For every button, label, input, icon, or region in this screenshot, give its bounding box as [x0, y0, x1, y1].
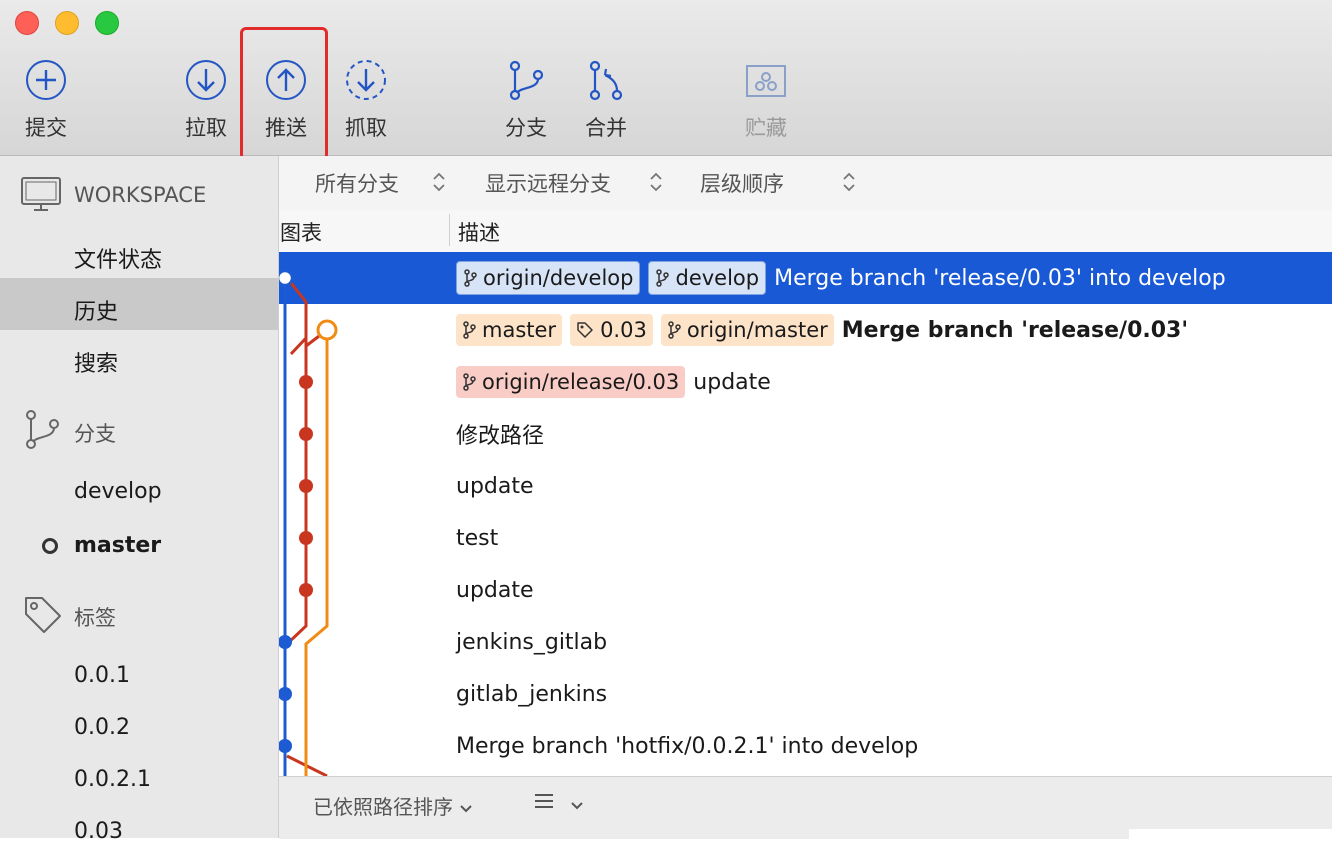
stash-label: 贮藏: [745, 116, 787, 140]
sidebar-branch-develop[interactable]: develop: [74, 479, 162, 504]
graph-column-header[interactable]: 图表: [280, 217, 322, 247]
sort-label: 已依照路径排序: [313, 795, 453, 819]
sidebar-item-file-status[interactable]: 文件状态: [74, 242, 162, 274]
current-branch-icon: [42, 538, 58, 554]
ref-label: master: [482, 318, 557, 342]
remote-branch-select[interactable]: 显示远程分支: [485, 168, 611, 198]
commit-message: update: [693, 369, 771, 395]
commit-row[interactable]: origin/develop develop Merge branch 'rel…: [279, 252, 1332, 304]
sidebar-item-search[interactable]: 搜索: [74, 346, 118, 378]
column-divider[interactable]: [449, 214, 450, 246]
push-highlight-box: [240, 27, 328, 161]
commit-row[interactable]: 修改路径: [279, 408, 1332, 460]
commit-label: 提交: [25, 116, 67, 140]
commit-row[interactable]: Merge branch 'hotfix/0.0.2.1' into devel…: [279, 720, 1332, 772]
sidebar: WORKSPACE 文件状态 历史 搜索 分支 develop master 标…: [0, 156, 279, 844]
tags-header: 标签: [74, 606, 116, 630]
arrow-down-circle-icon: [186, 60, 226, 100]
sort-menu[interactable]: 已依照路径排序: [313, 791, 473, 820]
chevron-up-down-icon: [650, 172, 662, 192]
sidebar-tag[interactable]: 0.03: [74, 819, 123, 844]
plus-circle-icon: [26, 60, 66, 100]
sidebar-item-history[interactable]: 历史: [74, 294, 118, 326]
branch-icon: [463, 321, 476, 339]
close-window-button[interactable]: [15, 11, 39, 35]
stash-icon: [746, 65, 786, 97]
branch-icon: [656, 269, 670, 287]
sidebar-tag[interactable]: 0.0.1: [74, 663, 130, 688]
chevron-down-icon: [571, 802, 583, 810]
filter-bar: 所有分支 显示远程分支 层级顺序: [279, 156, 1332, 211]
pull-label: 拉取: [185, 116, 227, 140]
ref-label: origin/develop: [483, 266, 634, 290]
fetch-icon: [346, 60, 386, 100]
monitor-icon: [21, 177, 61, 211]
commit-message: 修改路径: [456, 424, 545, 449]
chevron-down-icon: [460, 805, 473, 813]
commit-row[interactable]: test: [279, 512, 1332, 564]
branch-filter-select[interactable]: 所有分支: [315, 168, 399, 198]
workspace-header: WORKSPACE: [74, 183, 207, 207]
sidebar-tag[interactable]: 0.0.2.1: [74, 767, 151, 792]
commit-message: jenkins_gitlab: [456, 629, 608, 655]
commit-row[interactable]: jenkins_gitlab: [279, 616, 1332, 668]
ref-badge[interactable]: origin/develop: [456, 261, 641, 295]
ref-badge[interactable]: develop: [648, 261, 767, 295]
branch-icon: [668, 321, 681, 339]
toolbar: 提交 拉取 推送 抓取 分支 合并 贮藏: [0, 0, 1332, 161]
bottom-bar: 已依照路径排序: [279, 776, 1332, 839]
tag-icon: [25, 597, 61, 633]
commit-message: update: [456, 577, 534, 603]
commit-row[interactable]: origin/release/0.03 update: [279, 356, 1332, 408]
ref-label: 0.03: [600, 318, 647, 342]
ref-label: origin/release/0.03: [482, 370, 680, 394]
list-icon: [535, 794, 553, 808]
sidebar-branch-master[interactable]: master: [74, 533, 161, 558]
ref-badge[interactable]: master: [456, 314, 563, 346]
branch-icon: [463, 373, 476, 391]
commit-row[interactable]: update: [279, 564, 1332, 616]
fetch-button[interactable]: 抓取: [326, 58, 406, 150]
commit-message: test: [456, 525, 499, 551]
pull-button[interactable]: 拉取: [166, 58, 246, 150]
ref-label: origin/master: [686, 318, 828, 342]
ref-label: develop: [675, 266, 760, 290]
sidebar-selection: [0, 278, 278, 330]
chevron-up-down-icon: [433, 172, 445, 192]
ref-badge[interactable]: origin/release/0.03: [456, 366, 686, 398]
stash-button[interactable]: 贮藏: [726, 58, 806, 150]
zoom-window-button[interactable]: [95, 11, 119, 35]
branch-icon: [509, 60, 544, 101]
fetch-label: 抓取: [345, 116, 387, 140]
commit-button[interactable]: 提交: [6, 58, 86, 150]
ref-badge[interactable]: origin/master: [660, 314, 834, 346]
merge-button[interactable]: 合并: [566, 58, 646, 150]
branch-label: 分支: [505, 116, 547, 140]
tag-badge[interactable]: 0.03: [570, 314, 653, 346]
commit-row[interactable]: gitlab_jenkins: [279, 668, 1332, 720]
branches-header: 分支: [74, 422, 116, 446]
tag-icon: [577, 322, 593, 338]
merge-label: 合并: [585, 116, 627, 140]
merge-icon: [589, 60, 623, 101]
commit-message: Merge branch 'hotfix/0.0.2.1' into devel…: [456, 733, 919, 759]
commit-list: origin/develop develop Merge branch 'rel…: [279, 252, 1332, 776]
sidebar-tag[interactable]: 0.0.2: [74, 715, 130, 740]
description-column-header[interactable]: 描述: [458, 217, 500, 247]
view-options-button[interactable]: [533, 791, 584, 815]
chevron-up-down-icon: [843, 172, 855, 192]
commit-message: update: [456, 473, 534, 499]
commit-message: Merge branch 'release/0.03' into develop: [774, 265, 1226, 291]
commit-message: Merge branch 'release/0.03': [841, 317, 1189, 343]
commit-message: gitlab_jenkins: [456, 681, 608, 707]
branch-icon: [26, 410, 59, 449]
commit-row[interactable]: update: [279, 460, 1332, 512]
branch-icon: [464, 269, 477, 287]
minimize-window-button[interactable]: [55, 11, 79, 35]
order-select[interactable]: 层级顺序: [700, 168, 784, 198]
column-header: 图表 描述: [279, 210, 1332, 253]
commit-row[interactable]: master 0.03 origin/master Merge branch '…: [279, 304, 1332, 356]
branch-button[interactable]: 分支: [486, 58, 566, 150]
